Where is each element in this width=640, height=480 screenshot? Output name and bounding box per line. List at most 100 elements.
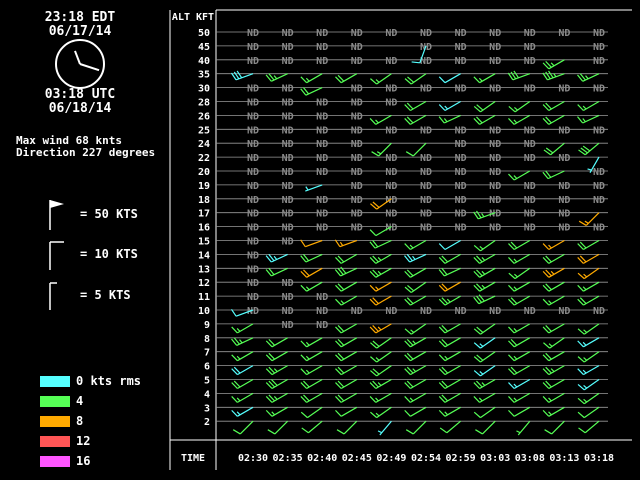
nd-marker: ND: [558, 84, 570, 95]
wind-barb: [508, 114, 531, 125]
nd-marker: ND: [282, 84, 294, 95]
wind-barb: [473, 323, 496, 335]
nd-marker: ND: [420, 84, 432, 95]
wind-barb: [305, 184, 323, 192]
nd-marker: ND: [282, 292, 294, 303]
wind-barb: [438, 73, 461, 84]
nd-marker: ND: [247, 84, 259, 95]
wind-barb: [438, 281, 461, 292]
wind-barb: [300, 392, 323, 403]
wind-barb: [404, 323, 427, 335]
wind-barb: [335, 392, 358, 403]
alt-tick-label: 16: [198, 223, 210, 234]
wind-barb: [577, 295, 600, 306]
nd-marker: ND: [558, 306, 570, 317]
wind-barb: [335, 281, 358, 292]
wind-barb: [370, 406, 392, 419]
nd-marker: ND: [316, 223, 328, 234]
wind-barb: [473, 114, 496, 125]
wind-barb: [475, 420, 496, 435]
wind-barb: [542, 323, 565, 334]
time-tick-label: 03:13: [549, 453, 579, 464]
wind-barb: [230, 70, 254, 81]
wind-barb: [473, 392, 496, 403]
time-tick-label: 03:18: [584, 453, 614, 464]
nd-marker: ND: [455, 153, 467, 164]
wind-barb: [438, 295, 461, 306]
time-tick-label: 02:35: [273, 453, 303, 464]
wind-barb: [577, 267, 600, 280]
nd-marker: ND: [593, 195, 605, 206]
wind-barb: [542, 365, 565, 376]
wind-barb: [335, 351, 358, 362]
nd-marker: ND: [282, 111, 294, 122]
wind-barb: [369, 378, 392, 390]
nd-marker: ND: [385, 56, 397, 67]
wind-barb: [438, 351, 461, 362]
wind-barb: [543, 337, 565, 349]
wind-barb: [369, 114, 392, 125]
wind-barb: [508, 239, 531, 251]
wind-barb: [438, 378, 461, 390]
wind-barb: [369, 281, 392, 292]
nd-marker: ND: [420, 195, 432, 206]
wind-barb: [577, 323, 600, 335]
wind-barb: [577, 351, 600, 363]
nd-marker: ND: [282, 237, 294, 248]
nd-marker: ND: [247, 237, 259, 248]
alt-tick-label: 15: [198, 237, 210, 248]
wind-barb: [404, 351, 427, 362]
wind-barb: [265, 378, 288, 390]
alt-tick-label: 50: [198, 28, 210, 39]
wind-barb: [231, 365, 254, 376]
nd-marker: ND: [455, 56, 467, 67]
nd-marker: ND: [455, 28, 467, 39]
alt-tick-label: 2: [204, 417, 210, 428]
nd-marker: ND: [558, 209, 570, 220]
nd-marker: ND: [282, 56, 294, 67]
alt-tick-label: 9: [204, 320, 210, 331]
nd-marker: ND: [489, 167, 501, 178]
nd-marker: ND: [316, 28, 328, 39]
alt-tick-label: 6: [204, 362, 210, 373]
wind-barb: [438, 337, 461, 348]
wind-barb: [404, 100, 427, 112]
nd-marker: ND: [247, 28, 259, 39]
nd-marker: ND: [558, 153, 570, 164]
wind-barb: [404, 378, 427, 390]
wind-barb: [542, 253, 565, 264]
nd-marker: ND: [316, 139, 328, 150]
nd-marker: ND: [524, 125, 536, 136]
wind-barb: [508, 406, 531, 417]
wind-barb: [335, 295, 358, 306]
nd-marker: ND: [247, 278, 259, 289]
wind-barb: [265, 392, 288, 403]
nd-marker: ND: [385, 195, 397, 206]
wind-barb: [369, 392, 392, 403]
nd-marker: ND: [351, 306, 363, 317]
alt-tick-label: 3: [204, 403, 210, 414]
wind-barb: [473, 337, 496, 349]
wind-barb: [335, 406, 358, 417]
nd-marker: ND: [247, 42, 259, 53]
wind-barb: [577, 239, 600, 251]
wind-barb: [473, 378, 496, 390]
nd-marker: ND: [247, 153, 259, 164]
nd-marker: ND: [455, 181, 467, 192]
nd-marker: ND: [316, 153, 328, 164]
wind-barb: [370, 73, 392, 85]
time-tick-label: 03:08: [515, 453, 545, 464]
wind-barb: [300, 351, 323, 362]
nd-marker: ND: [247, 250, 259, 261]
nd-marker: ND: [593, 42, 605, 53]
nd-marker: ND: [385, 306, 397, 317]
wind-barb: [473, 406, 496, 419]
nd-marker: ND: [247, 167, 259, 178]
nd-marker: ND: [316, 306, 328, 317]
nd-marker: ND: [558, 28, 570, 39]
nd-marker: ND: [524, 306, 536, 317]
alt-tick-label: 4: [204, 389, 210, 400]
nd-marker: ND: [282, 28, 294, 39]
wind-barb: [544, 420, 565, 435]
alt-tick-label: 10: [198, 306, 210, 317]
